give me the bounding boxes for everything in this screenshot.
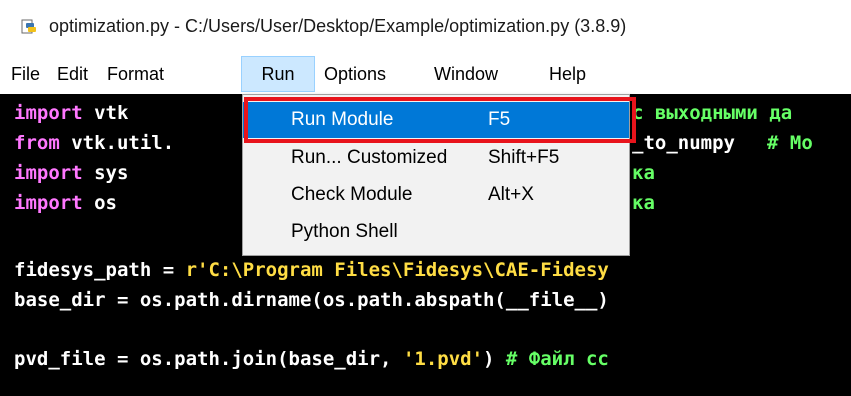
code-text: ) bbox=[483, 348, 506, 370]
code-text: sys bbox=[82, 162, 129, 184]
run-menu-dropdown: Run Module F5 Run... Customized Shift+F5… bbox=[242, 94, 630, 256]
menu-help[interactable]: Help bbox=[549, 56, 586, 92]
menu-window[interactable]: Window bbox=[434, 56, 498, 92]
keyword-import: import bbox=[14, 162, 83, 184]
keyword-import: import bbox=[14, 102, 83, 124]
menu-run[interactable]: Run bbox=[241, 56, 315, 92]
code-comment-fragment: с выходными да bbox=[632, 102, 793, 124]
menu-file[interactable]: File bbox=[11, 56, 40, 92]
menu-item-label: Run... Customized bbox=[291, 147, 448, 168]
menu-item-run-module[interactable]: Run Module F5 bbox=[243, 102, 629, 138]
code-comment: # Файл сс bbox=[505, 348, 609, 370]
code-line-1: import vtk bbox=[14, 98, 128, 128]
menu-item-python-shell[interactable]: Python Shell bbox=[243, 214, 629, 250]
menu-item-shortcut: Alt+X bbox=[488, 184, 534, 205]
menu-item-label: Python Shell bbox=[291, 221, 398, 242]
code-line-fidesys-path: fidesys_path = r'C:\Program Files\Fidesy… bbox=[14, 255, 609, 285]
menu-options[interactable]: Options bbox=[324, 56, 386, 92]
window-title: optimization.py - C:/Users/User/Desktop/… bbox=[49, 16, 627, 36]
code-text: fidesys_path = bbox=[14, 259, 186, 281]
code-text: os bbox=[82, 192, 117, 214]
keyword-from: from bbox=[14, 132, 60, 154]
menu-item-run-customized[interactable]: Run... Customized Shift+F5 bbox=[243, 140, 629, 176]
menu-item-label: Run Module bbox=[291, 109, 394, 130]
code-text: vtk.util. bbox=[59, 132, 175, 154]
code-text: pvd_file = os.path.join(base_dir, bbox=[14, 348, 403, 370]
menu-edit[interactable]: Edit bbox=[57, 56, 88, 92]
keyword-import: import bbox=[14, 192, 83, 214]
code-text: base_dir = os.path.dirname(os.path.abspa… bbox=[14, 289, 609, 311]
code-line-3: import sys bbox=[14, 158, 128, 188]
code-line-4: import os bbox=[14, 188, 117, 218]
code-comment-fragment: ка bbox=[632, 192, 655, 214]
code-string: r'C:\Program Files\Fidesys\CAE-Fidesy bbox=[185, 259, 609, 281]
menu-format[interactable]: Format bbox=[107, 56, 164, 92]
title-bar: optimization.py - C:/Users/User/Desktop/… bbox=[0, 0, 851, 56]
code-text: vtk bbox=[82, 102, 129, 124]
code-comment-fragment: # Мо bbox=[767, 132, 813, 154]
code-comment-fragment: ка bbox=[632, 162, 655, 184]
menu-item-shortcut: Shift+F5 bbox=[488, 147, 560, 168]
code-text-fragment: _to_numpy bbox=[632, 132, 747, 154]
menu-item-shortcut: F5 bbox=[488, 109, 511, 130]
menu-bar: File Edit Format Run Options Window Help bbox=[0, 56, 851, 92]
menu-item-check-module[interactable]: Check Module Alt+X bbox=[243, 177, 629, 213]
menu-item-label: Check Module bbox=[291, 184, 413, 205]
code-line-2: from vtk.util. bbox=[14, 128, 174, 158]
code-line-pvd-file: pvd_file = os.path.join(base_dir, '1.pvd… bbox=[14, 344, 609, 374]
python-file-icon bbox=[21, 19, 36, 34]
code-string: '1.pvd' bbox=[402, 348, 484, 370]
code-line-base-dir: base_dir = os.path.dirname(os.path.abspa… bbox=[14, 285, 609, 315]
